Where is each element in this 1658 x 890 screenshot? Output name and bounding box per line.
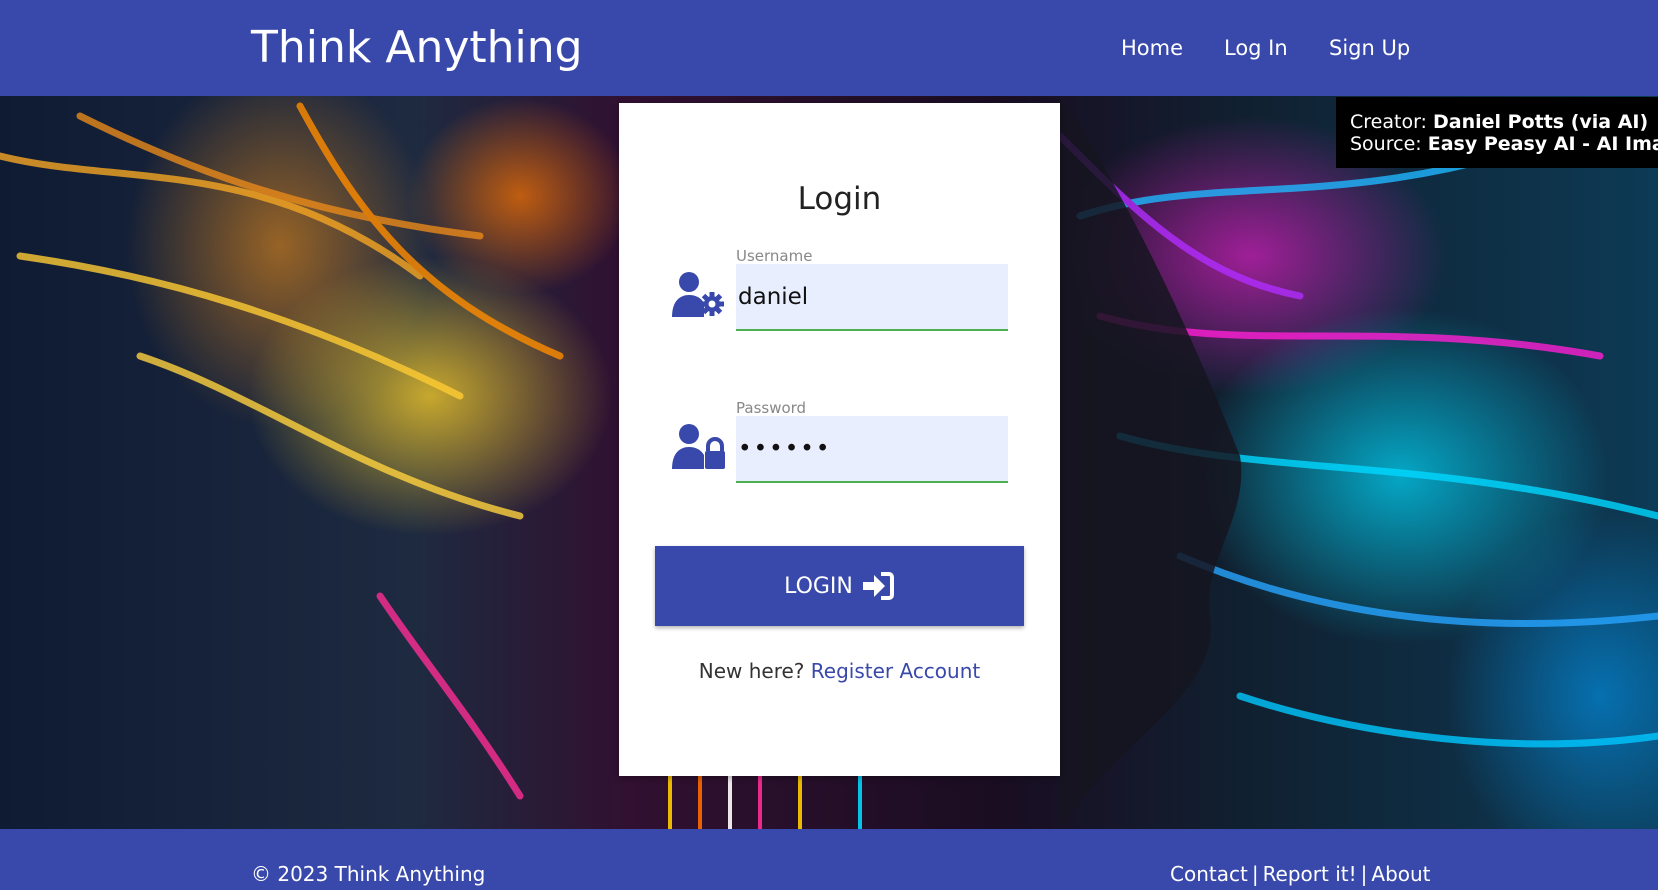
sign-in-icon bbox=[862, 572, 894, 600]
password-input[interactable] bbox=[736, 416, 1008, 483]
user-lock-icon bbox=[672, 424, 725, 469]
login-title: Login bbox=[797, 181, 882, 217]
register-prompt-text: New here? bbox=[698, 659, 805, 683]
footer-separator: | bbox=[1360, 862, 1368, 886]
footer-separator: | bbox=[1251, 862, 1259, 886]
source-label: Source: bbox=[1350, 133, 1422, 155]
image-credit: Creator: Daniel Potts (via AI) Source: E… bbox=[1336, 97, 1658, 168]
creator-label: Creator: bbox=[1350, 111, 1427, 133]
register-account-link[interactable]: Register Account bbox=[811, 659, 980, 683]
source-name: Easy Peasy AI - AI Images bbox=[1427, 133, 1658, 155]
login-button[interactable]: LOGIN bbox=[655, 546, 1024, 626]
footer: © 2023 Think Anything Contact | Report it!… bbox=[0, 829, 1658, 890]
nav-signup-link[interactable]: Sign Up bbox=[1329, 36, 1410, 60]
brand-title[interactable]: Think Anything bbox=[251, 22, 583, 73]
copyright-text: © 2023 Think Anything bbox=[251, 862, 486, 886]
nav-home-link[interactable]: Home bbox=[1121, 36, 1183, 60]
username-input[interactable] bbox=[736, 264, 1008, 331]
nav-login-link[interactable]: Log In bbox=[1224, 36, 1288, 60]
footer-links: Contact | Report it! | About bbox=[1170, 862, 1431, 886]
creator-name: Daniel Potts (via AI) bbox=[1433, 111, 1649, 133]
register-prompt: New here? Register Account bbox=[619, 659, 1060, 683]
footer-about-link[interactable]: About bbox=[1371, 862, 1430, 886]
user-gear-icon bbox=[672, 272, 724, 317]
username-label: Username bbox=[736, 247, 813, 265]
footer-contact-link[interactable]: Contact bbox=[1170, 862, 1248, 886]
login-card: Login Username Password LOGIN New here? … bbox=[619, 103, 1060, 776]
password-label: Password bbox=[736, 399, 807, 417]
footer-report-link[interactable]: Report it! bbox=[1263, 862, 1357, 886]
login-button-label: LOGIN bbox=[784, 573, 853, 599]
navbar: Think Anything Home Log In Sign Up bbox=[0, 0, 1658, 96]
